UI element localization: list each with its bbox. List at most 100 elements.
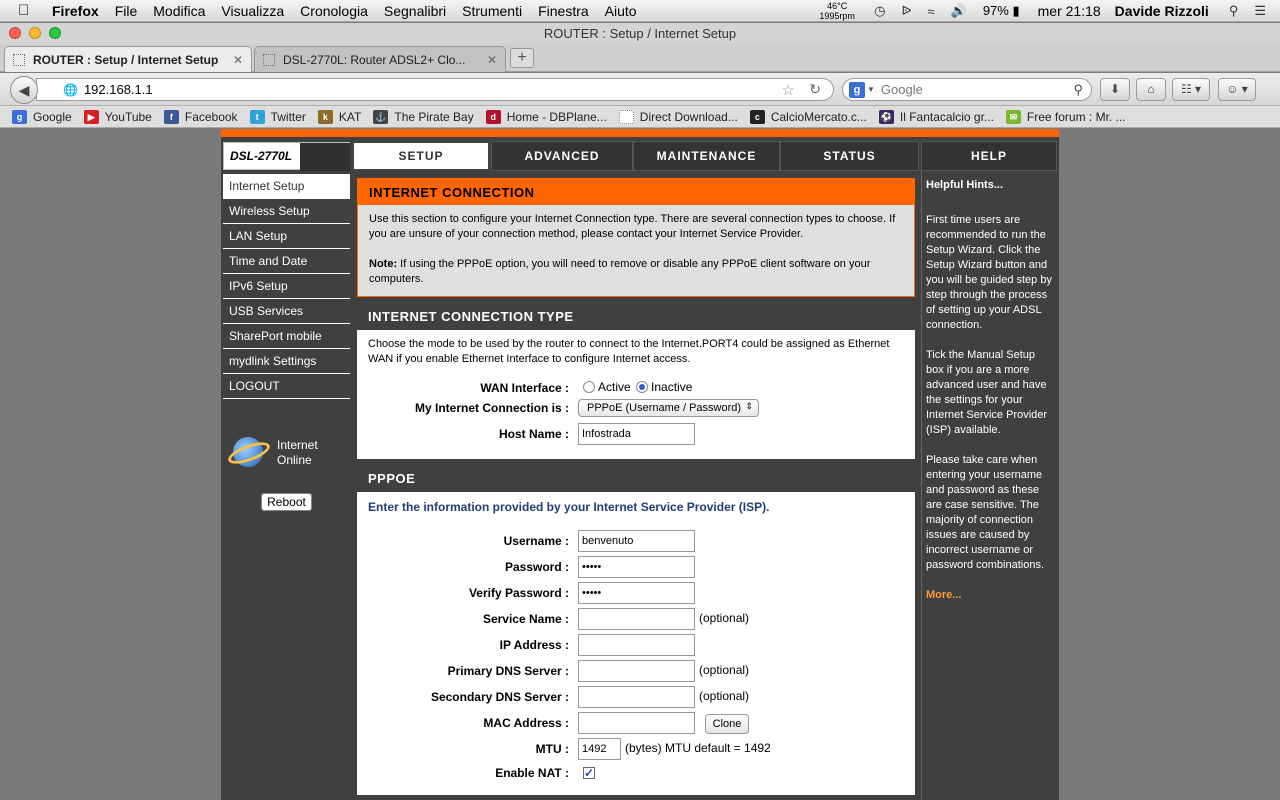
menu-segnalibri[interactable]: Segnalibri: [384, 3, 446, 19]
bookmark-facebook[interactable]: f Facebook: [163, 109, 238, 124]
username-input[interactable]: benvenuto: [578, 530, 695, 552]
clock[interactable]: mer 21:18: [1038, 3, 1101, 19]
menu-file[interactable]: File: [115, 3, 138, 19]
chevron-down-icon[interactable]: ▼: [867, 85, 875, 94]
tab-setup[interactable]: SETUP: [352, 141, 490, 171]
search-bar[interactable]: g ▼ Google ⚲: [842, 78, 1092, 101]
section-description: Choose the mode to be used by the router…: [368, 338, 890, 365]
menu-cronologia[interactable]: Cronologia: [300, 3, 368, 19]
clone-mac-button[interactable]: Clone: [705, 714, 749, 734]
sidebar-item-usb-services[interactable]: USB Services: [223, 299, 350, 324]
new-tab-button[interactable]: +: [510, 48, 534, 68]
sidebar-item-mydlink-settings[interactable]: mydlink Settings: [223, 349, 350, 374]
secondary-dns-input[interactable]: [578, 686, 695, 708]
temperature-monitor[interactable]: 46°C 1995rpm: [814, 1, 860, 21]
internet-status: Internet Online: [225, 433, 318, 473]
site-identity-icon[interactable]: 🌐: [63, 83, 78, 97]
zoom-window-button[interactable]: [49, 27, 61, 39]
downloads-button[interactable]: ⬇: [1100, 78, 1130, 101]
mtu-input[interactable]: 1492: [578, 738, 621, 760]
sidebar-item-wireless-setup[interactable]: Wireless Setup: [223, 199, 350, 224]
bookmark-direct-download[interactable]: Direct Download...: [618, 109, 738, 124]
bookmark-kat[interactable]: k KAT: [317, 109, 361, 124]
helpful-hints-panel: Helpful Hints... First time users are re…: [921, 171, 1057, 800]
minimize-window-button[interactable]: [29, 27, 41, 39]
wan-active-radio[interactable]: [583, 380, 595, 393]
wan-active-label: Active: [598, 380, 631, 394]
bookmark-twitter[interactable]: t Twitter: [249, 109, 306, 124]
tab-maintenance[interactable]: MAINTENANCE: [633, 141, 780, 171]
connection-mode-select[interactable]: PPPoE (Username / Password) ⇕: [578, 399, 759, 417]
tab-dsl-product[interactable]: DSL-2770L: Router ADSL2+ Clo... ✕: [254, 46, 506, 72]
user-name[interactable]: Davide Rizzoli: [1115, 3, 1209, 19]
bookmark-calciomercato[interactable]: c CalcioMercato.c...: [749, 109, 867, 124]
url-bar[interactable]: 🌐 192.168.1.1 ☆ ↻: [36, 78, 834, 101]
bluetooth-icon[interactable]: ᐉ: [901, 3, 911, 19]
google-icon: g: [12, 109, 27, 124]
close-window-button[interactable]: [9, 27, 21, 39]
sidebar-item-logout[interactable]: LOGOUT: [223, 374, 350, 399]
bookmark-label: Home - DBPlane...: [506, 109, 607, 124]
notification-center-icon[interactable]: ☰: [1254, 3, 1266, 19]
bookmark-youtube[interactable]: ▶ YouTube: [83, 109, 152, 124]
password-input[interactable]: •••••: [578, 556, 695, 578]
bookmark-google[interactable]: g Google: [12, 109, 72, 124]
spotlight-search-icon[interactable]: ⚲: [1229, 3, 1239, 19]
home-button[interactable]: ⌂: [1136, 78, 1166, 101]
battery-status[interactable]: 97% ▮: [983, 3, 1020, 19]
sidebar-item-lan-setup[interactable]: LAN Setup: [223, 224, 350, 249]
time-machine-icon[interactable]: ◷: [874, 3, 885, 19]
menu-finestra[interactable]: Finestra: [538, 3, 589, 19]
bookmark-dbplanet[interactable]: d Home - DBPlane...: [485, 109, 607, 124]
menu-app[interactable]: Firefox: [52, 3, 99, 19]
reload-icon[interactable]: ↻: [809, 81, 821, 98]
secondary-dns-label: Secondary DNS Server :: [430, 690, 569, 704]
host-name-input[interactable]: Infostrada: [578, 423, 695, 445]
bookmarks-menu-button[interactable]: ☷ ▾: [1172, 78, 1210, 101]
menu-aiuto[interactable]: Aiuto: [605, 3, 637, 19]
apple-icon[interactable]: : [18, 2, 38, 19]
internet-connection-section: INTERNET CONNECTION Use this section to …: [357, 178, 915, 297]
tab-status[interactable]: STATUS: [780, 141, 919, 171]
search-icon[interactable]: ⚲: [1073, 82, 1083, 98]
sidebar-item-internet-setup[interactable]: Internet Setup: [223, 174, 350, 199]
reboot-button[interactable]: Reboot: [261, 493, 312, 511]
menu-strumenti[interactable]: Strumenti: [462, 3, 522, 19]
primary-dns-input[interactable]: [578, 660, 695, 682]
tab-help[interactable]: HELP: [921, 141, 1057, 171]
bookmark-pirate-bay[interactable]: ⚓ The Pirate Bay: [373, 109, 474, 124]
bookmark-label: Twitter: [270, 109, 306, 124]
menu-visualizza[interactable]: Visualizza: [221, 3, 284, 19]
sidebar-item-time-and-date[interactable]: Time and Date: [223, 249, 350, 274]
optional-hint: (optional): [699, 689, 750, 703]
mac-address-input[interactable]: [578, 712, 695, 734]
sidebar-item-shareport-mobile[interactable]: SharePort mobile: [223, 324, 350, 349]
sidebar-item-ipv6-setup[interactable]: IPv6 Setup: [223, 274, 350, 299]
tab-advanced[interactable]: ADVANCED: [491, 141, 633, 171]
ip-address-input[interactable]: [578, 634, 695, 656]
wan-inactive-radio[interactable]: [636, 380, 649, 393]
blank-page-icon: [618, 109, 634, 124]
addon-button[interactable]: ☺ ▾: [1218, 78, 1256, 101]
tab-router-setup[interactable]: ROUTER : Setup / Internet Setup ✕: [4, 46, 252, 72]
service-name-input[interactable]: [578, 608, 695, 630]
close-tab-icon[interactable]: ✕: [487, 53, 497, 67]
bookmark-fantacalcio[interactable]: ⚽ Il Fantacalcio gr...: [878, 109, 994, 124]
bookmark-label: Facebook: [184, 109, 238, 124]
enable-nat-row: Enable NAT : ✓: [357, 762, 915, 784]
close-tab-icon[interactable]: ✕: [233, 53, 243, 67]
more-hints-link[interactable]: More...: [926, 588, 1053, 603]
verify-password-input[interactable]: •••••: [578, 582, 695, 604]
menu-modifica[interactable]: Modifica: [153, 3, 205, 19]
wifi-icon[interactable]: ≈: [927, 4, 934, 19]
bookmark-star-icon[interactable]: ☆: [782, 81, 795, 99]
note-text: If using the PPPoE option, you will need…: [369, 258, 871, 285]
enable-nat-checkbox[interactable]: ✓: [583, 767, 595, 779]
connection-type-section: INTERNET CONNECTION TYPE Choose the mode…: [357, 303, 915, 459]
note-label: Note:: [369, 258, 398, 270]
url-text[interactable]: 192.168.1.1: [84, 82, 153, 97]
google-search-engine-icon[interactable]: g: [849, 81, 865, 98]
volume-icon[interactable]: 🔊: [951, 3, 967, 19]
bookmark-free-forum[interactable]: ✉ Free forum : Mr. ...: [1005, 109, 1126, 124]
back-button[interactable]: ◀: [10, 76, 38, 104]
